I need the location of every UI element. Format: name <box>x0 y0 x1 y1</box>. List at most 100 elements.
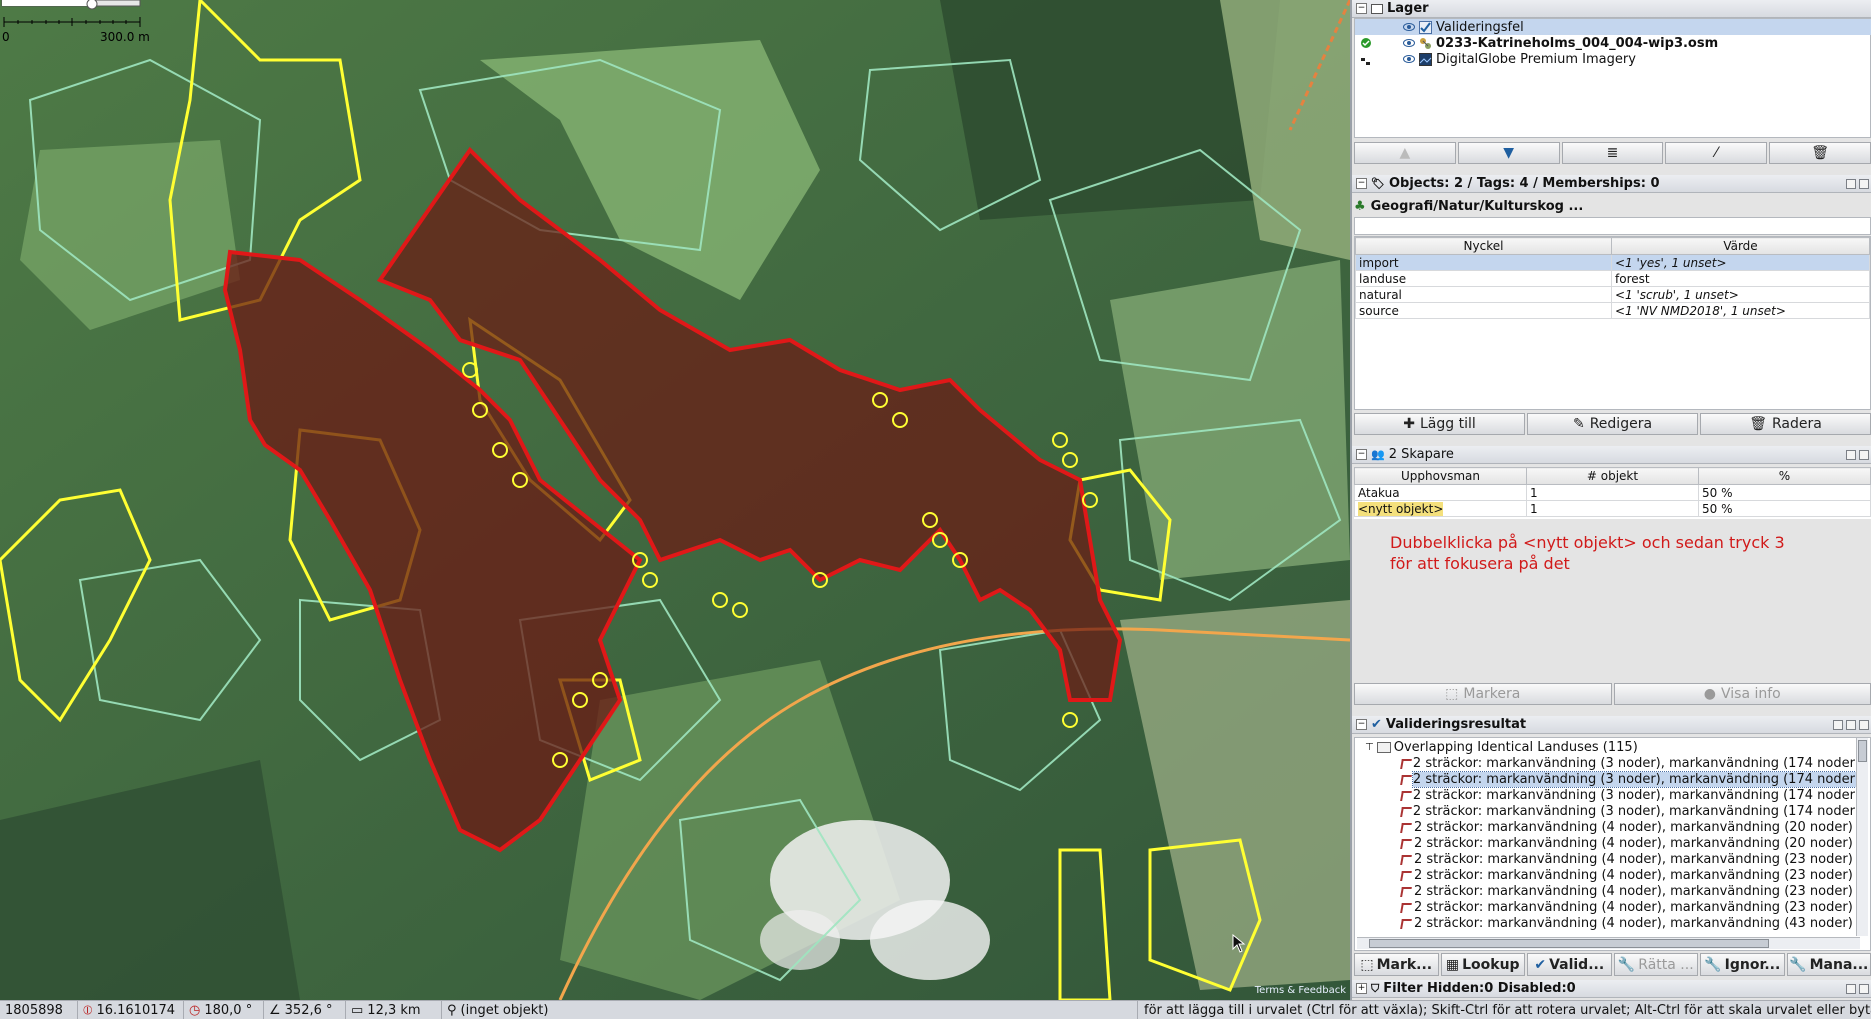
scroll-thumb[interactable] <box>1369 939 1769 948</box>
horizontal-scrollbar[interactable] <box>1357 937 1860 949</box>
column-author[interactable]: Upphovsman <box>1354 467 1527 485</box>
delete-tag-button[interactable]: 🗑 Radera <box>1700 413 1871 435</box>
wrench-icon: 🔧 <box>1789 956 1807 973</box>
select-button[interactable]: ⬚ Markera <box>1354 683 1612 705</box>
close-panel-icon[interactable] <box>1859 983 1869 994</box>
validation-issue-row[interactable]: 2 sträckor: markanvändning (4 noder), ma… <box>1355 915 1860 931</box>
move-up-button[interactable]: ▲ <box>1354 142 1456 164</box>
settings-icon[interactable] <box>1833 719 1843 730</box>
column-value[interactable]: Värde <box>1611 237 1870 255</box>
authors-toolbar: ⬚ Markera ● Visa info <box>1354 683 1871 705</box>
collapse-icon[interactable]: − <box>1356 449 1367 460</box>
merge-layer-button[interactable]: ≣ <box>1561 142 1664 164</box>
preset-row[interactable]: ♣ Geografi/Natur/Kulturskog ... <box>1354 196 1871 216</box>
expand-icon[interactable]: + <box>1356 983 1367 994</box>
map-view[interactable]: 0 300.0 m Terms & Feedback <box>0 0 1350 1000</box>
delete-layer-button[interactable]: 🗑 <box>1769 142 1871 164</box>
authors-grid: Upphovsman # objekt% Atakua 1 50 % <nytt ob… <box>1354 467 1871 517</box>
visibility-eye-icon[interactable] <box>1403 39 1415 47</box>
way-icon <box>1399 901 1411 913</box>
check-icon: ✔ <box>1534 956 1547 973</box>
validation-issue-row[interactable]: 2 sträckor: markanvändning (4 noder), ma… <box>1355 819 1860 835</box>
way-icon <box>1399 757 1410 769</box>
issue-label: 2 sträckor: markanvändning (4 noder), ma… <box>1414 835 1853 851</box>
layer-row-validation-errors[interactable]: Valideringsfel <box>1355 19 1871 35</box>
author-row[interactable]: <nytt objekt> 1 50 % <box>1354 500 1871 517</box>
imagery-attribution[interactable]: Terms & Feedback <box>1255 985 1346 996</box>
tab-label: Lookup <box>1462 956 1520 973</box>
edit-tag-button[interactable]: ✎ Redigera <box>1527 413 1698 435</box>
validation-issue-row[interactable]: 2 sträckor: markanvändning (4 noder), ma… <box>1355 851 1860 867</box>
tag-filter-input[interactable] <box>1354 217 1871 235</box>
layers-panel-header[interactable]: − Lager <box>1352 0 1871 18</box>
filter-panel-header[interactable]: + ⛉ Filter Hidden:0 Disabled:0 <box>1352 980 1871 998</box>
tag-value[interactable]: forest <box>1611 270 1870 287</box>
collapse-icon[interactable]: − <box>1356 3 1367 14</box>
scale-bar: 0 300.0 m <box>0 0 150 48</box>
object-icon: ⚲ <box>447 1002 457 1018</box>
dock-icon[interactable] <box>1846 449 1856 460</box>
vertical-scrollbar[interactable] <box>1856 738 1868 936</box>
show-info-button[interactable]: ● Visa info <box>1613 683 1871 705</box>
authors-table[interactable]: Upphovsman # objekt% Atakua 1 50 % <nytt ob… <box>1354 467 1871 519</box>
layer-list[interactable]: Valideringsfel 0233-Katrineholms_004_004… <box>1354 18 1871 138</box>
close-panel-icon[interactable] <box>1859 178 1869 189</box>
delete-label: Radera <box>1771 416 1822 432</box>
column-key[interactable]: Nyckel <box>1355 237 1612 255</box>
issue-label: 2 sträckor: markanvändning (4 noder), ma… <box>1414 883 1853 899</box>
opacity-button[interactable]: ⁄ <box>1665 142 1768 164</box>
tag-value[interactable]: <1 'yes', 1 unset> <box>1611 254 1870 271</box>
tag-row[interactable]: source <1 'NV NMD2018', 1 unset> <box>1355 302 1870 319</box>
add-tag-button[interactable]: ✚ Lägg till <box>1354 413 1525 435</box>
visibility-eye-icon[interactable] <box>1403 23 1415 31</box>
validation-issue-row[interactable]: 2 sträckor: markanvändning (4 noder), ma… <box>1355 899 1860 915</box>
validation-issue-row[interactable]: 2 sträckor: markanvändning (3 noder), ma… <box>1355 755 1860 771</box>
author-row[interactable]: Atakua 1 50 % <box>1354 484 1871 501</box>
tab-validate[interactable]: ✔ Valid... <box>1527 953 1612 976</box>
forest-preset-icon: ♣ <box>1354 198 1366 214</box>
validation-tree[interactable]: ⊤ Overlapping Identical Landuses (115) 2… <box>1354 737 1871 951</box>
tag-row[interactable]: import <1 'yes', 1 unset> <box>1355 254 1870 271</box>
close-panel-icon[interactable] <box>1859 449 1869 460</box>
layer-name: 0233-Katrineholms_004_004-wip3.osm <box>1436 35 1719 51</box>
tag-value[interactable]: <1 'scrub', 1 unset> <box>1611 286 1870 303</box>
select-icon: ⬚ <box>1360 956 1374 973</box>
scroll-thumb[interactable] <box>1858 740 1867 762</box>
validation-issue-row[interactable]: 2 sträckor: markanvändning (4 noder), ma… <box>1355 867 1860 883</box>
tab-fix[interactable]: 🔧 Rätta ... <box>1613 953 1698 976</box>
expand-toggle-icon[interactable]: ⊤ <box>1365 742 1374 753</box>
tag-value[interactable]: <1 'NV NMD2018', 1 unset> <box>1611 302 1870 319</box>
dock-icon[interactable] <box>1846 178 1856 189</box>
tag-row[interactable]: landuse forest <box>1355 270 1870 287</box>
tree-group[interactable]: ⊤ Overlapping Identical Landuses (115) <box>1355 739 1860 755</box>
validation-issue-row[interactable]: 2 sträckor: markanvändning (3 noder), ma… <box>1355 770 1862 788</box>
tab-manage[interactable]: 🔧 Mana... <box>1786 953 1871 976</box>
validation-panel-header[interactable]: − ✔ Valideringsresultat <box>1352 716 1871 734</box>
validation-issue-row[interactable]: 2 sträckor: markanvändning (3 noder), ma… <box>1355 787 1860 803</box>
close-panel-icon[interactable] <box>1859 719 1869 730</box>
layer-row-imagery[interactable]: DigitalGlobe Premium Imagery <box>1355 51 1871 67</box>
column-count[interactable]: # objekt <box>1526 467 1699 485</box>
collapse-icon[interactable]: − <box>1356 178 1367 189</box>
tag-grid: Nyckel Värde import <1 'yes', 1 unset> lan… <box>1355 237 1870 319</box>
tab-label: Rätta ... <box>1638 956 1694 973</box>
collapse-icon[interactable]: − <box>1356 719 1367 730</box>
background-layer-icon <box>1361 55 1371 65</box>
tags-panel-header[interactable]: − 🏷 Objects: 2 / Tags: 4 / Memberships: … <box>1352 175 1871 193</box>
tab-lookup[interactable]: ▦ Lookup <box>1440 953 1525 976</box>
move-down-button[interactable]: ▼ <box>1457 142 1560 164</box>
tag-table[interactable]: Nyckel Värde import <1 'yes', 1 unset> lan… <box>1354 236 1871 410</box>
way-icon <box>1399 837 1411 849</box>
visibility-eye-icon[interactable] <box>1403 55 1415 63</box>
validation-issue-row[interactable]: 2 sträckor: markanvändning (4 noder), ma… <box>1355 835 1860 851</box>
tag-row[interactable]: natural <1 'scrub', 1 unset> <box>1355 286 1870 303</box>
dock-icon[interactable] <box>1846 983 1856 994</box>
tab-ignore[interactable]: 🔧 Ignor... <box>1700 953 1785 976</box>
validation-issue-row[interactable]: 2 sträckor: markanvändning (4 noder), ma… <box>1355 883 1860 899</box>
validation-issue-row[interactable]: 2 sträckor: markanvändning (3 noder), ma… <box>1355 803 1860 819</box>
column-percent[interactable]: % <box>1698 467 1871 485</box>
layer-row-osm-data[interactable]: 0233-Katrineholms_004_004-wip3.osm <box>1355 35 1871 51</box>
authors-panel-header[interactable]: − 👥 2 Skapare <box>1352 446 1871 464</box>
tab-select[interactable]: ⬚ Mark... <box>1354 953 1439 976</box>
dock-icon[interactable] <box>1846 719 1856 730</box>
